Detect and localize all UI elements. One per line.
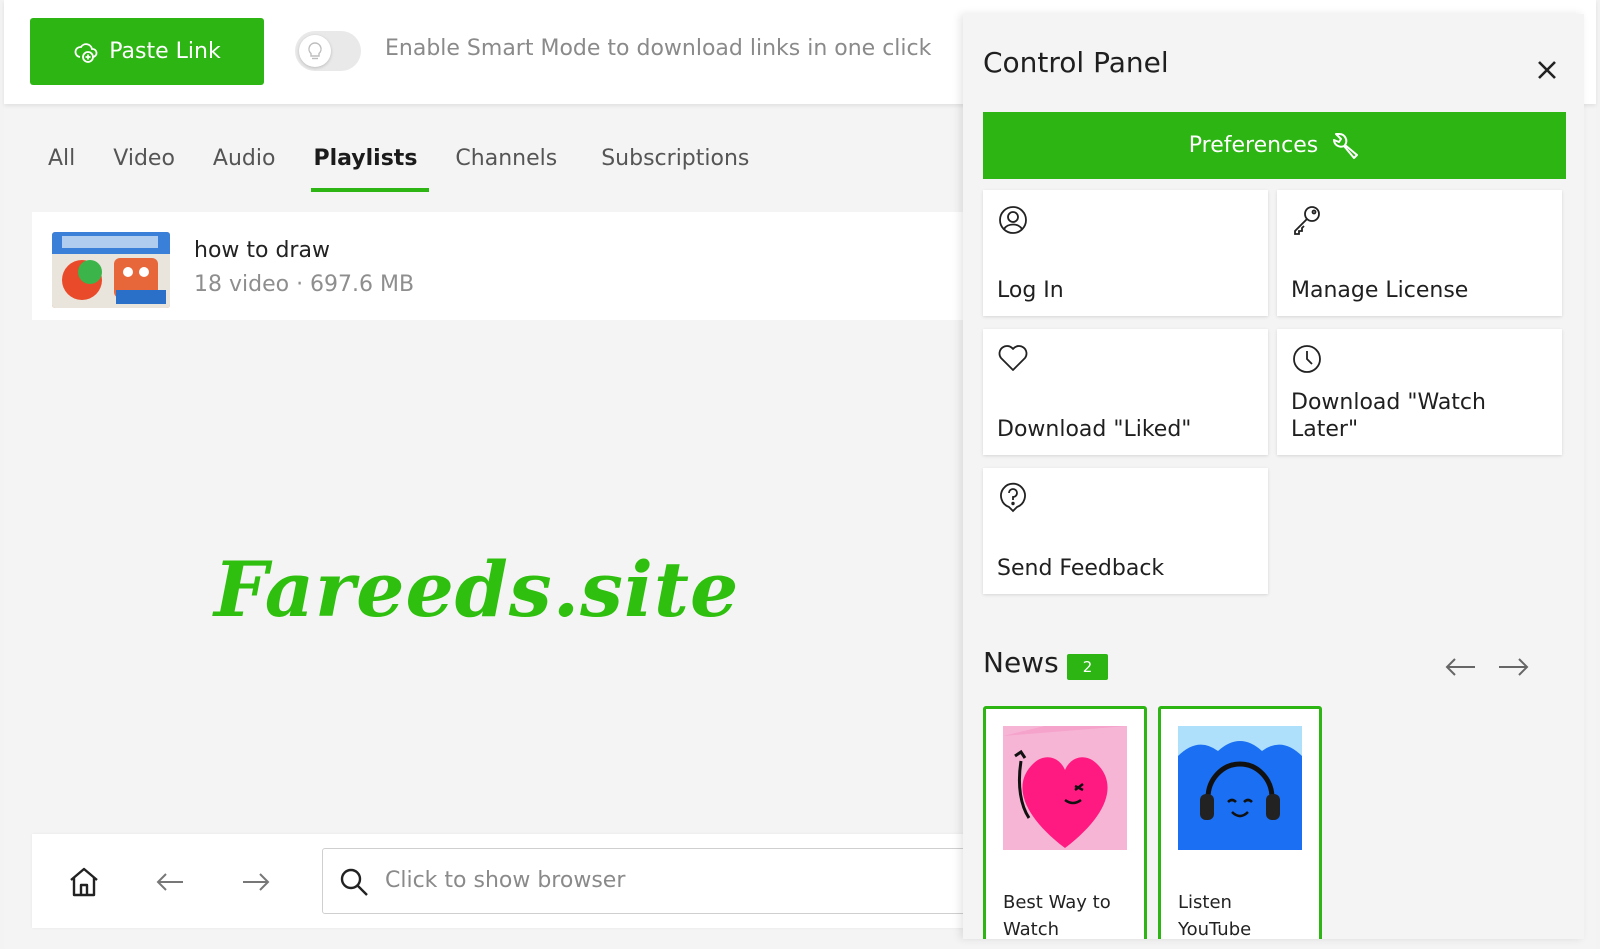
home-button[interactable] <box>60 858 108 906</box>
close-icon <box>1538 61 1556 79</box>
lightbulb-icon <box>308 42 322 60</box>
key-icon <box>1294 206 1320 235</box>
arrow-left-icon <box>156 873 183 891</box>
pink-heart-illustration <box>1003 726 1127 850</box>
arrow-left-icon <box>1445 658 1475 676</box>
cloud-plus-icon <box>74 42 98 63</box>
smart-mode-text: Enable Smart Mode to download links in o… <box>385 36 932 61</box>
paste-link-button[interactable]: Paste Link <box>30 18 264 85</box>
news-card[interactable]: Best Way to Watch <box>983 706 1147 939</box>
list-item[interactable]: how to draw 18 video · 697.6 MB <box>32 212 967 320</box>
playlist-meta: 18 video · 697.6 MB <box>194 272 415 297</box>
watermark-text: Fareeds.site <box>214 545 740 634</box>
forward-button[interactable] <box>232 858 280 906</box>
blue-headphones-illustration <box>1178 726 1302 850</box>
home-icon <box>70 867 98 897</box>
tab-video[interactable]: Video <box>113 140 175 192</box>
arrow-right-icon <box>1499 658 1529 676</box>
login-tile[interactable]: Log In <box>983 190 1268 316</box>
news-card-text: Best Way to Watch <box>1003 892 1111 939</box>
playlist-thumbnail <box>52 232 170 308</box>
category-tabs: All Video Audio Playlists Channels Subsc… <box>48 140 787 192</box>
tile-label: Download "Liked" <box>997 417 1192 442</box>
browser-bar: Click to show browser <box>32 834 967 928</box>
tile-label: Send Feedback <box>997 556 1165 581</box>
tile-label: Download "Watch Later" <box>1291 390 1486 442</box>
clock-icon <box>1293 345 1321 373</box>
smart-mode-toggle[interactable] <box>295 31 361 71</box>
user-circle-icon <box>999 206 1027 234</box>
preferences-label: Preferences <box>1188 133 1319 158</box>
wrench-icon <box>1333 132 1359 159</box>
search-placeholder: Click to show browser <box>385 868 626 893</box>
download-liked-tile[interactable]: Download "Liked" <box>983 329 1268 455</box>
news-count-badge: 2 <box>1067 654 1108 680</box>
paste-link-label: Paste Link <box>109 39 221 64</box>
tab-subscriptions[interactable]: Subscriptions <box>601 140 749 192</box>
toggle-knob <box>299 35 331 67</box>
send-feedback-tile[interactable]: Send Feedback <box>983 468 1268 594</box>
tab-audio[interactable]: Audio <box>213 140 276 192</box>
question-bubble-icon <box>1000 482 1026 513</box>
arrow-right-icon <box>243 873 270 891</box>
playlist-title: how to draw <box>194 238 330 263</box>
preferences-button[interactable]: Preferences <box>983 112 1566 179</box>
news-prev-button[interactable] <box>1443 654 1477 680</box>
tab-all[interactable]: All <box>48 140 75 192</box>
news-card[interactable]: Listen YouTube <box>1158 706 1322 939</box>
tile-label: Manage License <box>1291 278 1469 303</box>
news-heading: News <box>983 646 1059 679</box>
back-button[interactable] <box>146 858 194 906</box>
news-card-text: Listen YouTube <box>1178 892 1252 939</box>
download-watch-later-tile[interactable]: Download "Watch Later" <box>1277 329 1562 455</box>
browser-search-input[interactable]: Click to show browser <box>322 848 967 914</box>
control-panel: Control Panel Preferences Log In Manage … <box>963 14 1584 939</box>
panel-title: Control Panel <box>983 46 1169 79</box>
search-icon <box>340 868 368 896</box>
tile-label: Log In <box>997 278 1064 303</box>
heart-icon <box>998 345 1028 371</box>
manage-license-tile[interactable]: Manage License <box>1277 190 1562 316</box>
tab-playlists[interactable]: Playlists <box>311 140 430 192</box>
tab-channels[interactable]: Channels <box>455 140 557 192</box>
close-button[interactable] <box>1533 56 1561 84</box>
news-next-button[interactable] <box>1497 654 1531 680</box>
